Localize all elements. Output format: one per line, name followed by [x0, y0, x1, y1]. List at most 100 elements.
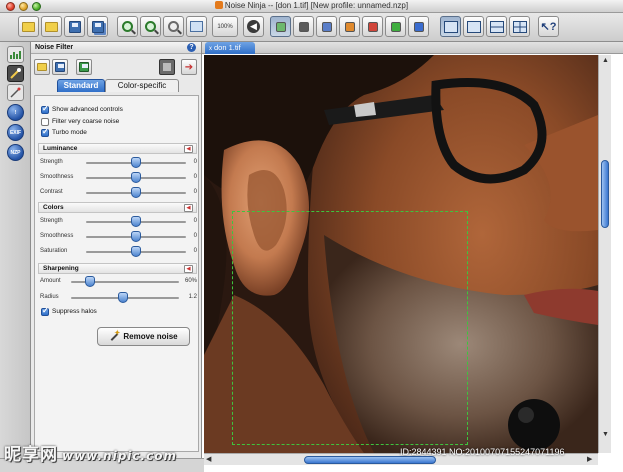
- reset-panel-button[interactable]: ➔: [181, 59, 197, 75]
- layout-split-horizontal-icon: [489, 20, 504, 33]
- gray-square-icon: [298, 21, 309, 32]
- layout-single-button[interactable]: [440, 16, 461, 37]
- scroll-up-icon[interactable]: ▲: [602, 57, 609, 64]
- watermark-url: www.nipic.com: [62, 449, 177, 463]
- zoom-out-button[interactable]: [140, 16, 161, 37]
- scroll-down-icon[interactable]: ▼: [602, 431, 609, 438]
- info-tool-button[interactable]: !: [7, 104, 24, 121]
- tab-standard[interactable]: Standard: [57, 79, 105, 92]
- scroll-left-icon[interactable]: ◀: [206, 455, 211, 463]
- tab-color-specific[interactable]: Color-specific: [105, 79, 179, 92]
- remove-noise-button[interactable]: Remove noise: [97, 327, 190, 346]
- luminance-strength-slider[interactable]: Strength 0: [38, 156, 200, 169]
- help-button[interactable]: ↖?: [538, 16, 559, 37]
- save-as-profile-panel-button[interactable]: [76, 59, 92, 75]
- image-canvas[interactable]: [204, 55, 598, 453]
- blue-square-icon: [321, 21, 332, 32]
- channel-orange-button[interactable]: [339, 16, 360, 37]
- turbo-mode-checkbox[interactable]: Turbo mode: [41, 127, 87, 137]
- slider-thumb[interactable]: [131, 157, 141, 168]
- layout-split-horizontal-button[interactable]: [486, 16, 507, 37]
- slider-value: 0: [193, 218, 197, 224]
- exif-tool-button[interactable]: EXIF: [7, 124, 24, 141]
- section-reset-button[interactable]: ◀: [184, 145, 193, 153]
- checkbox-label: Suppress halos: [52, 308, 97, 315]
- section-reset-button[interactable]: ◀: [184, 265, 193, 273]
- luminance-smoothness-slider[interactable]: Smoothness 0: [38, 171, 200, 184]
- panel-help-icon[interactable]: ?: [187, 43, 196, 52]
- slider-value: 0: [193, 189, 197, 195]
- open-profile-button[interactable]: [41, 16, 62, 37]
- slider-thumb[interactable]: [131, 216, 141, 227]
- document-tab-bar: x don 1.tif: [202, 42, 623, 54]
- channel-blue-button[interactable]: [316, 16, 337, 37]
- vertical-scrollbar[interactable]: ▲ ▼: [598, 55, 611, 453]
- horizontal-scroll-thumb[interactable]: [304, 456, 436, 464]
- profile-icon: NZP: [10, 149, 21, 156]
- checkbox-box[interactable]: [41, 104, 49, 114]
- save-profile-panel-button[interactable]: [52, 59, 68, 75]
- slider-value: 1.2: [188, 294, 197, 300]
- fit-window-button[interactable]: [186, 16, 207, 37]
- wand-tool-button[interactable]: [7, 84, 24, 101]
- channel-blue2-button[interactable]: [408, 16, 429, 37]
- save-button[interactable]: [64, 16, 85, 37]
- open-profile-panel-button[interactable]: [34, 59, 50, 75]
- slider-label: Strength: [40, 159, 63, 165]
- section-reset-button[interactable]: ◀: [184, 204, 193, 212]
- profile-tool-button[interactable]: NZP: [7, 144, 24, 161]
- save-icon: [68, 20, 81, 33]
- channel-green-button[interactable]: [385, 16, 406, 37]
- red-square-icon: [367, 21, 378, 32]
- zoom-tool-button[interactable]: [163, 16, 184, 37]
- luminance-contrast-slider[interactable]: Contrast 0: [38, 186, 200, 199]
- zoom-100-button[interactable]: 100%: [212, 16, 238, 37]
- channel-red-button[interactable]: [362, 16, 383, 37]
- stop-panel-button[interactable]: [159, 59, 175, 75]
- slider-thumb[interactable]: [131, 231, 141, 242]
- slider-thumb[interactable]: [118, 292, 128, 303]
- scroll-right-icon[interactable]: ▶: [587, 455, 592, 463]
- slider-thumb[interactable]: [131, 172, 141, 183]
- vertical-scroll-thumb[interactable]: [601, 160, 609, 228]
- layout-quad-button[interactable]: [509, 16, 530, 37]
- brush-icon: [10, 68, 21, 79]
- checkbox-box[interactable]: [41, 117, 49, 126]
- sharpening-radius-slider[interactable]: Radius 1.2: [38, 291, 200, 304]
- app-icon: [214, 1, 223, 9]
- slider-value: 0: [193, 248, 197, 254]
- zoom-in-button[interactable]: [117, 16, 138, 37]
- fit-window-icon: [190, 21, 203, 32]
- window-title-text: Noise Ninja -- [don 1.tif] [New profile:…: [224, 1, 409, 10]
- checkbox-box[interactable]: [41, 127, 49, 137]
- preview-selection-rectangle[interactable]: [232, 211, 468, 445]
- sharpening-amount-slider[interactable]: Amount 60%: [38, 275, 200, 288]
- open-button[interactable]: [18, 16, 39, 37]
- suppress-halos-checkbox[interactable]: Suppress halos: [41, 306, 97, 316]
- save-as-button[interactable]: [87, 16, 108, 37]
- filter-coarse-checkbox[interactable]: Filter very coarse noise: [41, 117, 119, 126]
- noise-filter-tool-button[interactable]: [7, 65, 24, 82]
- preview-green-button[interactable]: [270, 16, 291, 37]
- slider-label: Smoothness: [40, 174, 74, 180]
- colors-strength-slider[interactable]: Strength 0: [38, 215, 200, 228]
- checkbox-box[interactable]: [41, 306, 49, 316]
- colors-smoothness-slider[interactable]: Smoothness 0: [38, 230, 200, 243]
- histogram-tool-button[interactable]: [7, 46, 24, 63]
- document-tab[interactable]: x don 1.tif: [205, 42, 255, 54]
- slider-thumb[interactable]: [131, 246, 141, 257]
- layout-single-icon: [443, 20, 458, 33]
- panel-toolbar: ➔: [31, 54, 201, 79]
- show-advanced-checkbox[interactable]: Show advanced controls: [41, 104, 123, 114]
- main-toolbar: 100% ◀ ↖?: [0, 13, 623, 42]
- back-button[interactable]: ◀: [243, 16, 264, 37]
- slider-thumb[interactable]: [131, 187, 141, 198]
- save-as-icon: [91, 20, 104, 33]
- magic-wand-icon: [109, 329, 120, 342]
- colors-saturation-slider[interactable]: Saturation 0: [38, 245, 200, 258]
- preview-gray-button[interactable]: [293, 16, 314, 37]
- slider-thumb[interactable]: [85, 276, 95, 287]
- layout-split-vertical-button[interactable]: [463, 16, 484, 37]
- close-tab-icon[interactable]: x: [209, 46, 212, 52]
- luminance-section-header: Luminance ◀: [38, 143, 197, 154]
